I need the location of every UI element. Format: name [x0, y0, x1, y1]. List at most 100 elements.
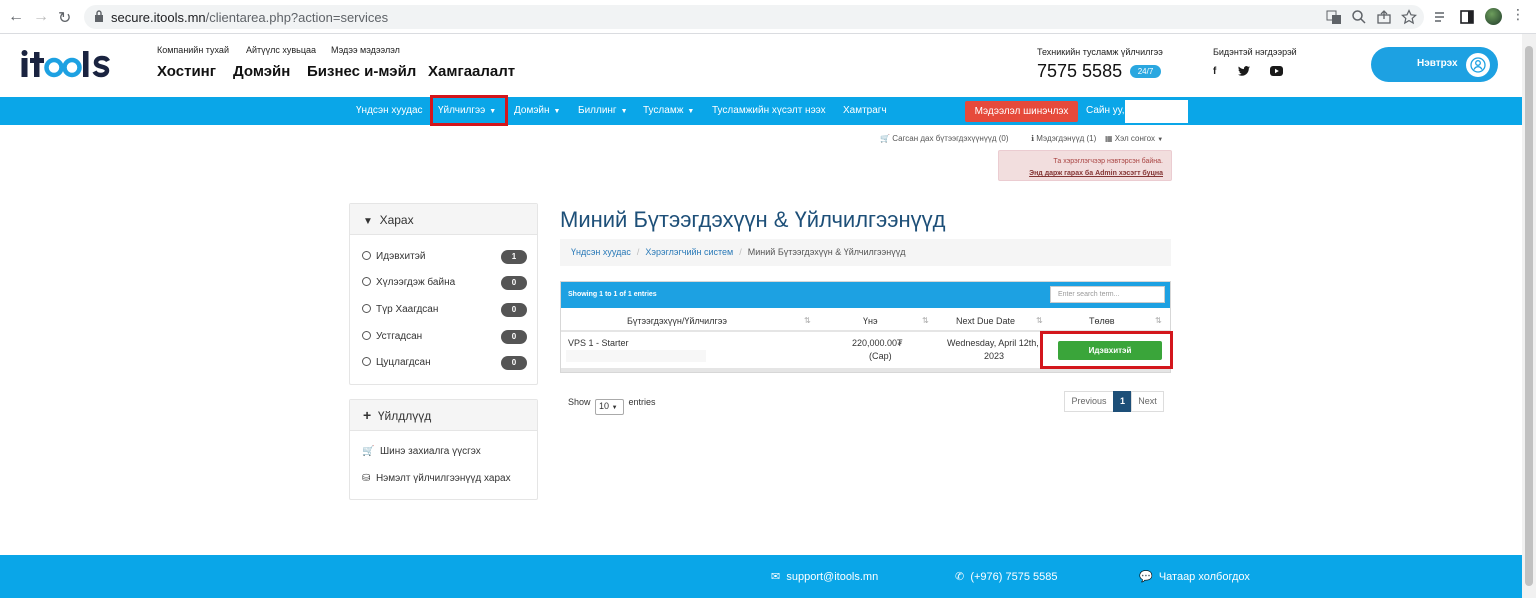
- page-title: Миний Бүтээгдэхүүн & Үйлчилгээнүүд: [560, 207, 946, 232]
- footer-phone[interactable]: ✆ (+976) 7575 5585: [955, 570, 1058, 583]
- bookmark-star-icon[interactable]: [1401, 9, 1417, 25]
- scrollbar-thumb[interactable]: [1525, 46, 1533, 586]
- nav-domain[interactable]: Домэйн ▼: [514, 105, 560, 116]
- breadcrumb: Үндсэн хуудас / Хэрэглэгчийн систем / Миний …: [560, 239, 1171, 266]
- pagination-previous[interactable]: Previous: [1064, 391, 1114, 412]
- col-status[interactable]: Төлөв: [1089, 316, 1115, 326]
- table-toolbar: Showing 1 to 1 of 1 entries Enter search…: [561, 282, 1170, 308]
- admin-masquerade-alert: Та хэрэглэгчээр нэвтэрсэн байна. Энд дар…: [998, 150, 1172, 181]
- lock-icon: [95, 10, 103, 22]
- col-product[interactable]: Бүтээгдэхүүн/Үйлчилгээ: [627, 316, 727, 326]
- filter-pending[interactable]: Хүлээгдэж байна: [362, 277, 455, 288]
- actions-panel-header: + Үйлдлүүд: [350, 400, 537, 431]
- sort-icon[interactable]: ⇅: [922, 316, 929, 325]
- login-button[interactable]: Нэвтрэх: [1371, 47, 1498, 82]
- caret-down-icon: ▼: [620, 108, 628, 115]
- top-link-shares[interactable]: Айтүүлс хувьцаа: [246, 45, 316, 55]
- row-due-date: Wednesday, April 12th,: [947, 338, 1039, 348]
- youtube-icon[interactable]: [1270, 66, 1283, 76]
- footer-email-link[interactable]: ✉ support@itools.mn: [771, 570, 878, 583]
- address-bar[interactable]: secure.itools.mn/clientarea.php?action=s…: [84, 5, 1424, 29]
- table-header: Бүтээгдэхүүн/Үйлчилгээ ⇅ Үнэ ⇅ Next Due …: [561, 309, 1170, 332]
- action-new-order[interactable]: 🛒 Шинэ захиалга үүсгэх: [362, 446, 481, 457]
- profile-avatar[interactable]: [1485, 8, 1502, 25]
- page-length-select[interactable]: 10 ▼: [595, 399, 625, 415]
- filter-terminated[interactable]: Устгадсан: [362, 331, 422, 342]
- sort-icon[interactable]: ⇅: [804, 316, 811, 325]
- language-icon: ▦: [1105, 134, 1113, 143]
- chevron-down-icon: ▼: [611, 405, 618, 411]
- update-info-button[interactable]: Мэдээлэл шинэчлэх: [965, 101, 1078, 122]
- radio-icon: [362, 331, 371, 340]
- action-view-addons[interactable]: ⛁ Нэмэлт үйлчилгээнүүд харах: [362, 473, 511, 484]
- envelope-icon: ✉: [771, 571, 781, 583]
- radio-icon: [362, 357, 371, 366]
- twitter-icon[interactable]: [1238, 66, 1250, 76]
- filter-active[interactable]: Идэвхитэй: [362, 251, 425, 262]
- support-label: Техникийн тусламж үйлчилгээ: [1037, 47, 1163, 57]
- actions-panel: + Үйлдлүүд 🛒 Шинэ захиалга үүсгэх ⛁ Нэмэ…: [349, 399, 538, 500]
- sort-icon[interactable]: ⇅: [1036, 316, 1043, 325]
- share-icon[interactable]: [1376, 9, 1392, 25]
- breadcrumb-home[interactable]: Үндсэн хуудас: [571, 247, 631, 257]
- row-billing-cycle: (Сар): [869, 351, 892, 361]
- table-info: Showing 1 to 1 of 1 entries: [568, 291, 657, 298]
- nav-open-ticket[interactable]: Тусламжийн хүсэлт нээх: [712, 105, 826, 116]
- return-to-admin-link[interactable]: Энд дарж гарах ба Admin хэсэгт буцна: [1029, 170, 1163, 177]
- cart-link[interactable]: 🛒 Сагсан дах бүтээгдэхүүнүүд (0): [880, 134, 1009, 143]
- itools-logo-mark: [21, 50, 111, 78]
- breadcrumb-client-area[interactable]: Хэрэглэгчийн систем: [645, 247, 733, 257]
- back-icon[interactable]: ←: [8, 8, 24, 26]
- col-due-date[interactable]: Next Due Date: [956, 316, 1015, 326]
- itools-logo[interactable]: [20, 50, 112, 85]
- filter-cancelled[interactable]: Цуцлагдсан: [362, 357, 431, 368]
- row-price: 220,000.00₮: [852, 338, 903, 348]
- footer-chat-link[interactable]: 💬 Чатаар холбогдох: [1139, 570, 1250, 583]
- greeting-text: Сайн уу,: [1086, 105, 1125, 116]
- side-panel-icon[interactable]: [1459, 9, 1475, 25]
- page-length-control: Show 10 ▼ entries: [568, 397, 656, 415]
- top-link-news[interactable]: Мэдээ мэдээлэл: [331, 45, 400, 55]
- nav-affiliates[interactable]: Хамтрагч: [843, 105, 887, 116]
- sort-icon[interactable]: ⇅: [1155, 316, 1162, 325]
- row-product-name[interactable]: VPS 1 - Starter: [568, 338, 629, 348]
- reading-list-icon[interactable]: [1433, 9, 1449, 25]
- main-nav-domain[interactable]: Домэйн: [233, 63, 290, 80]
- nav-billing[interactable]: Биллинг ▼: [578, 105, 628, 116]
- forward-icon[interactable]: →: [33, 8, 49, 26]
- breadcrumb-current: Миний Бүтээгдэхүүн & Үйлчилгээнүүд: [747, 247, 906, 257]
- cart-icon: 🛒: [880, 134, 890, 143]
- top-link-about[interactable]: Компанийн тухай: [157, 45, 229, 55]
- main-nav-business-email[interactable]: Бизнес и-мэйл: [307, 63, 416, 80]
- page-scrollbar[interactable]: [1522, 34, 1536, 598]
- language-selector[interactable]: ▦ Хэл сонгох ▼: [1105, 134, 1163, 143]
- menu-dots-icon[interactable]: ⋮: [1511, 6, 1525, 23]
- filter-panel-header: ▼ Харах: [350, 204, 537, 235]
- nav-support[interactable]: Тусламж ▼: [643, 105, 694, 116]
- caret-down-icon: ▼: [1157, 137, 1164, 143]
- row-due-year: 2023: [984, 351, 1005, 361]
- main-nav-hosting[interactable]: Хостинг: [157, 63, 216, 80]
- support-phone: 7575 5585: [1037, 61, 1123, 81]
- reload-icon[interactable]: ↻: [58, 8, 71, 28]
- col-price[interactable]: Үнэ: [863, 316, 878, 326]
- url-text: secure.itools.mn/clientarea.php?action=s…: [111, 10, 389, 25]
- chat-icon: 💬: [1139, 571, 1153, 583]
- filter-icon: ▼: [363, 216, 373, 227]
- user-circle-icon: [1466, 53, 1490, 77]
- login-label: Нэвтрэх: [1417, 58, 1458, 69]
- filter-suspended[interactable]: Түр Хаагдсан: [362, 304, 438, 315]
- pagination-next[interactable]: Next: [1131, 391, 1164, 412]
- notifications-link[interactable]: ℹ Мэдэгдэнүүд (1): [1031, 134, 1096, 143]
- main-nav-security[interactable]: Хамгаалалт: [428, 63, 515, 80]
- filter-count-badge: 1: [501, 250, 527, 264]
- radio-icon: [362, 277, 371, 286]
- zoom-icon[interactable]: [1351, 9, 1367, 25]
- facebook-icon[interactable]: f: [1213, 66, 1216, 77]
- user-name-mask: [1125, 100, 1188, 123]
- table-search-input[interactable]: Enter search term...: [1050, 286, 1165, 303]
- translate-icon[interactable]: [1326, 9, 1342, 25]
- nav-home[interactable]: Үндсэн хуудас: [356, 105, 423, 116]
- pagination-page-1[interactable]: 1: [1113, 391, 1132, 412]
- filter-count-badge: 0: [501, 356, 527, 370]
